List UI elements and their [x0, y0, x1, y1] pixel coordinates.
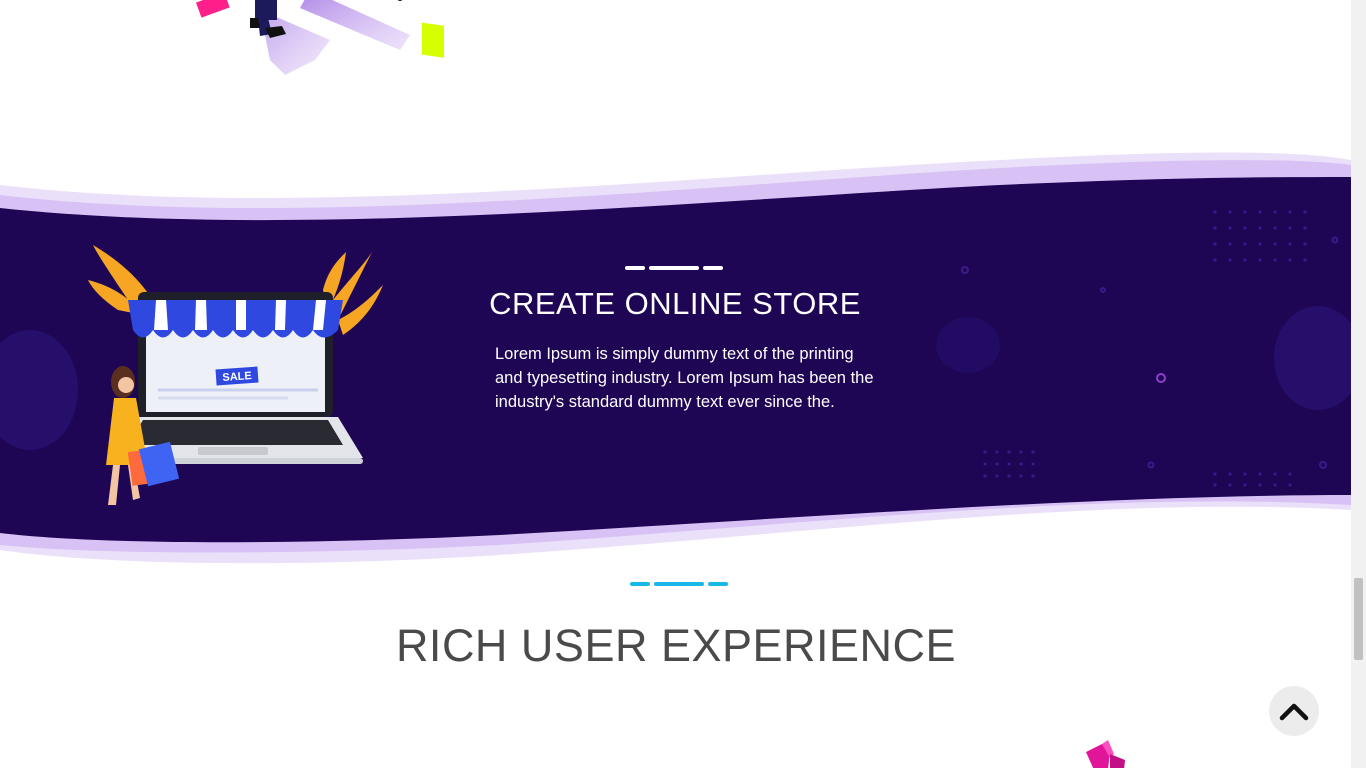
online-store-illustration: SALE [88, 245, 383, 505]
scroll-to-top-button[interactable] [1269, 686, 1319, 736]
title-decoration-dash [625, 266, 645, 270]
scrollbar-thumb[interactable] [1354, 578, 1363, 660]
title-decoration-dash [703, 266, 723, 270]
page: SALE CREATE ONLINE STORE Lorem Ipsum is … [0, 0, 1351, 768]
section-description: Lorem Ipsum is simply dummy text of the … [495, 345, 874, 411]
title-decoration-dash [649, 266, 699, 270]
title-decoration-dash [654, 582, 704, 586]
title-decoration-dash [708, 582, 728, 586]
section-title-create-online-store: CREATE ONLINE STORE [489, 286, 861, 321]
section-title-rich-user-experience: RICH USER EXPERIENCE [395, 620, 957, 671]
sale-badge: SALE [222, 370, 252, 384]
shopping-person-illustration [195, 0, 444, 75]
decorative-shape [1086, 740, 1125, 768]
title-decoration-dash [630, 582, 650, 586]
chevron-up-icon [1279, 703, 1309, 721]
page-scrollbar[interactable] [1351, 0, 1366, 768]
